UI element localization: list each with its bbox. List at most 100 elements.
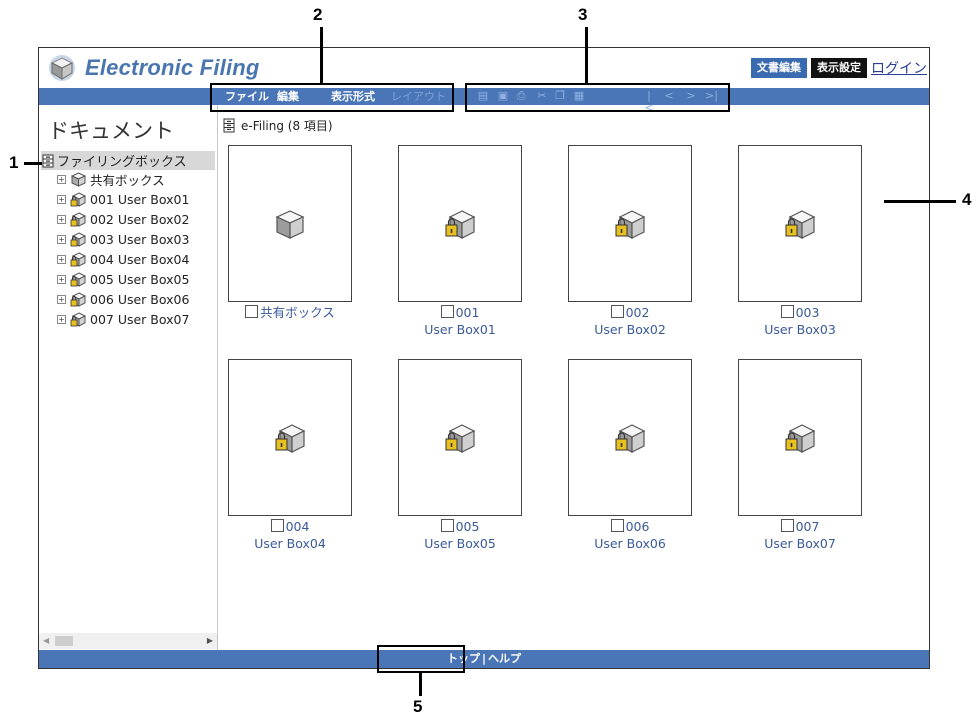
expand-icon[interactable]: +: [57, 175, 66, 184]
tree-item-label: 006 User Box06: [90, 292, 190, 307]
tree-item-label: 003 User Box03: [90, 232, 190, 247]
scroll-thumb[interactable]: [55, 636, 73, 646]
sidebar: ドキュメント ファイリングボックス + 共有ボックス + 001 User Bo…: [39, 105, 218, 650]
box-number[interactable]: 005: [456, 519, 480, 534]
locked-box-icon: [70, 192, 87, 207]
scroll-right-icon[interactable]: ▶: [207, 636, 213, 645]
box-name[interactable]: User Box02: [594, 322, 666, 337]
box-card-002[interactable]: [568, 145, 692, 302]
box-name[interactable]: User Box05: [424, 536, 496, 551]
locked-box-icon: [275, 423, 306, 453]
expand-icon[interactable]: +: [57, 255, 66, 264]
locked-box-icon: [70, 232, 87, 247]
tree-item-box-005[interactable]: + 005 User Box05: [57, 271, 189, 288]
box-checkbox[interactable]: [780, 519, 794, 532]
box-name[interactable]: User Box07: [764, 536, 836, 551]
locked-box-icon: [785, 423, 816, 453]
box-label-003[interactable]: 003 User Box03: [715, 304, 885, 338]
tree-item-box-004[interactable]: + 004 User Box04: [57, 251, 189, 268]
box-label-005[interactable]: 005 User Box05: [375, 518, 545, 552]
box-card-007[interactable]: [738, 359, 862, 516]
locked-box-icon: [70, 212, 87, 227]
box-label-004[interactable]: 004 User Box04: [205, 518, 375, 552]
box-card-005[interactable]: [398, 359, 522, 516]
tree-root-filing-boxes[interactable]: ファイリングボックス: [41, 151, 215, 170]
box-card-003[interactable]: [738, 145, 862, 302]
callout-box-footer: [377, 645, 465, 673]
filing-cabinet-icon: [42, 154, 54, 167]
box-checkbox[interactable]: [270, 519, 284, 532]
sidebar-horizontal-scrollbar[interactable]: ◀ ▶: [39, 633, 217, 649]
display-settings-button[interactable]: 表示設定: [811, 58, 867, 78]
expand-icon[interactable]: +: [57, 275, 66, 284]
box-name[interactable]: User Box03: [764, 322, 836, 337]
expand-icon[interactable]: +: [57, 235, 66, 244]
box-number[interactable]: 003: [796, 305, 820, 320]
expand-icon[interactable]: +: [57, 215, 66, 224]
box-name[interactable]: User Box06: [594, 536, 666, 551]
expand-icon[interactable]: +: [57, 295, 66, 304]
box-checkbox[interactable]: [610, 305, 624, 318]
tree-item-box-002[interactable]: + 002 User Box02: [57, 211, 189, 228]
tree-root-label: ファイリングボックス: [57, 155, 187, 170]
tree-item-box-007[interactable]: + 007 User Box07: [57, 311, 189, 328]
tree-item-label: 002 User Box02: [90, 212, 190, 227]
box-card-001[interactable]: [398, 145, 522, 302]
locked-box-icon: [70, 252, 87, 267]
tree-item-box-006[interactable]: + 006 User Box06: [57, 291, 189, 308]
callout-box-toolbar: [465, 83, 730, 112]
tree-item-box-003[interactable]: + 003 User Box03: [57, 231, 189, 248]
callout-line-2: [320, 27, 323, 83]
box-label-007[interactable]: 007 User Box07: [715, 518, 885, 552]
tree-item-label: 共有ボックス: [90, 173, 165, 188]
box-number[interactable]: 007: [796, 519, 820, 534]
box-checkbox[interactable]: [245, 305, 259, 318]
box-number[interactable]: 002: [626, 305, 650, 320]
box-number[interactable]: 006: [626, 519, 650, 534]
logo-cube-icon: [49, 55, 75, 81]
callout-number-3: 3: [578, 5, 588, 24]
locked-box-icon: [70, 312, 87, 327]
help-link[interactable]: ヘルプ: [488, 652, 521, 665]
tree-item-box-001[interactable]: + 001 User Box01: [57, 191, 189, 208]
box-checkbox[interactable]: [440, 519, 454, 532]
box-name[interactable]: User Box01: [424, 322, 496, 337]
box-label-001[interactable]: 001 User Box01: [375, 304, 545, 338]
footer-separator: |: [481, 652, 487, 665]
scroll-left-icon[interactable]: ◀: [43, 636, 49, 645]
expand-icon[interactable]: +: [57, 315, 66, 324]
box-card-006[interactable]: [568, 359, 692, 516]
tree-item-label: 001 User Box01: [90, 192, 190, 207]
box-checkbox[interactable]: [610, 519, 624, 532]
e-filing-window: Electronic Filing 文書編集 表示設定 ログイン ファイル 編集…: [38, 47, 930, 669]
doc-edit-button[interactable]: 文書編集: [751, 58, 807, 78]
locked-box-icon: [615, 423, 646, 453]
locked-box-icon: [70, 272, 87, 287]
box-number[interactable]: 004: [286, 519, 310, 534]
box-name[interactable]: 共有ボックス: [260, 305, 335, 320]
box-checkbox[interactable]: [440, 305, 454, 318]
callout-line-1: [24, 162, 42, 165]
breadcrumb-label: e-Filing (8 項目): [241, 119, 333, 133]
app-logo: Electronic Filing: [47, 53, 260, 83]
header-actions: 文書編集 表示設定 ログイン: [751, 58, 927, 78]
box-name[interactable]: User Box04: [254, 536, 326, 551]
box-label-shared[interactable]: 共有ボックス: [205, 304, 375, 321]
locked-box-icon: [445, 423, 476, 453]
box-label-006[interactable]: 006 User Box06: [545, 518, 715, 552]
callout-box-menu: [210, 83, 454, 112]
tree-item-shared-box[interactable]: + 共有ボックス: [57, 171, 165, 188]
login-link[interactable]: ログイン: [871, 58, 927, 78]
box-card-004[interactable]: [228, 359, 352, 516]
shared-box-icon: [70, 172, 87, 187]
shared-box-icon: [275, 209, 305, 239]
box-checkbox[interactable]: [780, 305, 794, 318]
expand-icon[interactable]: +: [57, 195, 66, 204]
box-number[interactable]: 001: [456, 305, 480, 320]
footer-bar: トップ | ヘルプ: [39, 650, 929, 668]
box-label-002[interactable]: 002 User Box02: [545, 304, 715, 338]
locked-box-icon: [70, 292, 87, 307]
main-content: e-Filing (8 項目) 共有ボックス 001 User Box01 002…: [218, 105, 929, 650]
tree-item-label: 007 User Box07: [90, 312, 190, 327]
box-card-shared[interactable]: [228, 145, 352, 302]
